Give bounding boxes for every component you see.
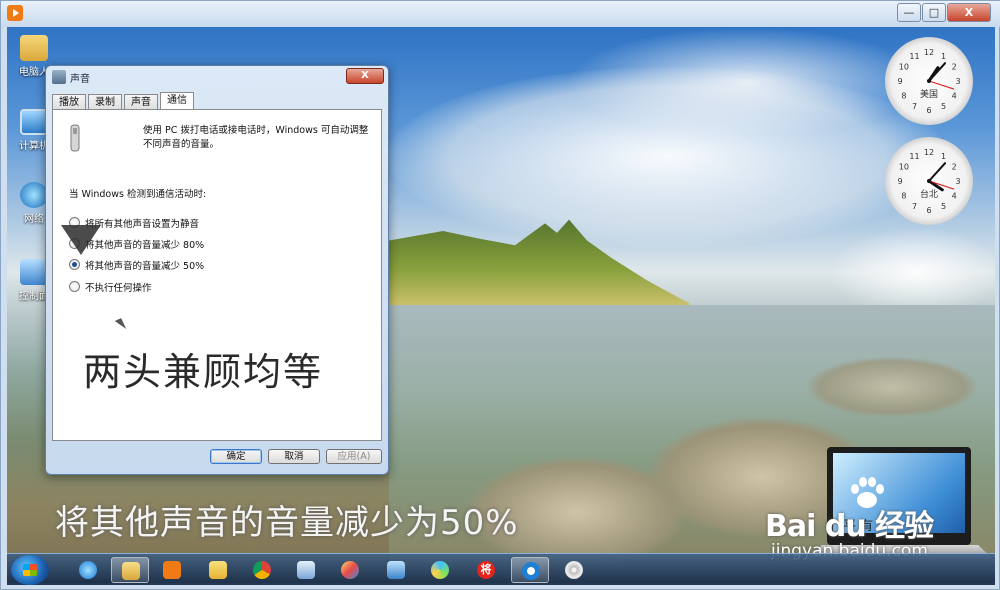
tab-communications[interactable]: 通信	[160, 92, 194, 110]
file-explorer-icon	[122, 562, 140, 580]
clock-numeral: 7	[912, 102, 917, 111]
taskbar-app-chrome[interactable]	[243, 557, 281, 583]
desktop-icon-label: 网络	[24, 214, 44, 225]
minimize-button[interactable]: —	[897, 3, 921, 22]
remote-desktop-icon	[387, 561, 405, 579]
player-titlebar[interactable]: — □ X	[1, 1, 1000, 27]
phone-icon	[70, 124, 80, 152]
detect-label: 当 Windows 检测到通信活动时:	[69, 189, 207, 200]
disc-icon	[565, 561, 583, 579]
taskbar-app-folder[interactable]	[199, 557, 237, 583]
media-player-icon	[163, 561, 181, 579]
player-window: — □ X 电脑人 计算机 网络 控制面 1 2 3 4 5 6 7 8 9 10 11 12	[0, 0, 1000, 590]
clock-numeral: 9	[897, 77, 902, 86]
option-label: 将其他声音的音量减少 50%	[85, 261, 205, 272]
wallpaper-cloud	[567, 27, 927, 137]
clock-numeral: 6	[926, 206, 931, 215]
taskbar-app-pinwheel[interactable]	[421, 557, 459, 583]
clock-numeral: 6	[926, 106, 931, 115]
player-app-icon	[7, 5, 23, 21]
caption-reduce: 将其他声音的音量减少为50%	[55, 503, 519, 543]
chrome-icon	[253, 561, 271, 579]
taskbar-app-paint[interactable]	[331, 557, 369, 583]
clock-numeral: 11	[909, 152, 919, 161]
computer-icon	[20, 109, 48, 135]
dialog-title: 声音	[70, 74, 90, 85]
clock-face: 1234567891011 12	[897, 48, 960, 115]
network-icon	[20, 182, 48, 208]
close-button[interactable]: X	[947, 3, 991, 22]
option-label: 不执行任何操作	[85, 283, 152, 294]
control-panel-icon	[20, 259, 48, 285]
radio-button[interactable]	[69, 259, 80, 270]
option-label: 将其他声音的音量减少 80%	[85, 240, 205, 251]
clock-numeral: 5	[941, 102, 946, 111]
clock-numeral: 10	[899, 63, 909, 72]
clock-city: 台北	[919, 190, 938, 200]
taskbar-app-qq[interactable]	[511, 557, 549, 583]
dialog-close-button[interactable]: X	[346, 68, 384, 84]
wallpaper-rock	[807, 357, 977, 417]
taskbar-app-player[interactable]	[153, 557, 191, 583]
clock-gadget-us[interactable]: 1 2 3 4 5 6 7 8 9 10 11 12 美国	[885, 37, 973, 125]
qq-icon	[522, 562, 540, 580]
dialog-titlebar[interactable]: 声音 X	[46, 66, 388, 88]
pointer-triangle-icon	[61, 225, 101, 255]
start-button[interactable]	[11, 555, 49, 585]
document-icon	[297, 561, 315, 579]
clock-numeral: 2	[952, 63, 957, 72]
clock-numeral: 9	[897, 177, 902, 186]
caption-balance: 两头兼顾均等	[83, 350, 324, 394]
sound-dialog: 声音 X 播放 录制 声音 通信 使用 PC 拨打电话或接电话时，Windows…	[45, 65, 389, 475]
paint-icon	[341, 561, 359, 579]
communications-description: 使用 PC 拨打电话或接电话时，Windows 可自动调整不同声音的音量。	[143, 125, 369, 150]
clock-numeral: 1	[941, 152, 946, 161]
clock-gadget-taipei[interactable]: 1 2 3 4 5 6 7 8 9 10 11 12 台北	[885, 137, 973, 225]
clock-numeral: 1	[941, 52, 946, 61]
ok-button[interactable]: 确定	[210, 449, 262, 464]
taskbar-app-ie[interactable]	[69, 557, 107, 583]
taskbar: 将	[7, 553, 995, 585]
taskbar-app-document[interactable]	[287, 557, 325, 583]
clock-minute-hand	[928, 162, 947, 182]
cancel-button[interactable]: 取消	[268, 449, 320, 464]
clock-center-pin	[927, 179, 931, 183]
radio-button[interactable]	[69, 281, 80, 292]
speaker-icon	[52, 70, 66, 84]
tab-strip: 播放 录制 声音 通信	[52, 92, 382, 110]
clock-minute-hand	[928, 62, 947, 82]
clock-city: 美国	[919, 90, 938, 100]
clock-numeral: 3	[955, 177, 960, 186]
taskbar-app-explorer[interactable]	[111, 557, 149, 583]
taskbar-app-remote[interactable]	[377, 557, 415, 583]
user-folder-icon	[20, 35, 48, 61]
option-label: 将所有其他声音设置为静音	[85, 219, 200, 230]
clock-numeral: 7	[912, 202, 917, 211]
taskbar-app-jiang[interactable]: 将	[467, 557, 505, 583]
pinwheel-icon	[431, 561, 449, 579]
clock-numeral: 2	[952, 163, 957, 172]
clock-center-pin	[927, 79, 931, 83]
apply-button[interactable]: 应用(A)	[326, 449, 382, 464]
clock-numeral: 3	[955, 77, 960, 86]
clock-numeral: 5	[941, 202, 946, 211]
clock-numeral: 10	[899, 163, 909, 172]
tab-sounds[interactable]: 声音	[124, 94, 158, 110]
clock-numeral: 12	[924, 148, 934, 157]
wallpaper-cloud	[827, 227, 995, 317]
tab-recording[interactable]: 录制	[88, 94, 122, 110]
taskbar-app-disc[interactable]	[555, 557, 593, 583]
internet-explorer-icon	[79, 561, 97, 579]
clock-numeral: 11	[909, 52, 919, 61]
folder-icon	[209, 561, 227, 579]
clock-numeral: 12	[924, 48, 934, 57]
baidu-jingyan-logo: Bai du 经验	[765, 509, 934, 544]
clock-face: 1234567891011 12	[897, 148, 960, 215]
jiang-app-icon: 将	[477, 561, 495, 579]
tab-playback[interactable]: 播放	[52, 94, 86, 110]
maximize-button[interactable]: □	[922, 3, 946, 22]
